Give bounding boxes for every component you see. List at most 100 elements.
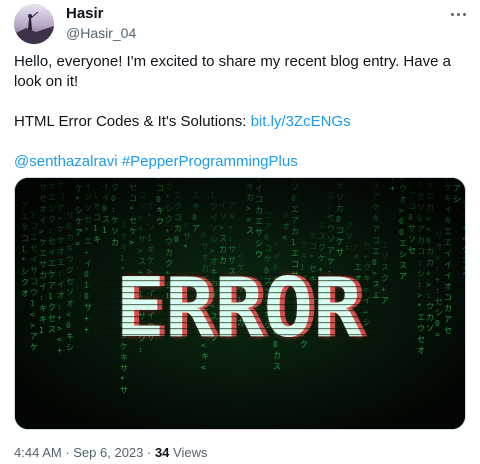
svg-text:ソ: ソ	[327, 235, 335, 244]
svg-text:セ: セ	[84, 215, 92, 224]
svg-text:キ: キ	[228, 212, 236, 221]
svg-text:イ: イ	[48, 248, 56, 257]
svg-text::: :	[57, 302, 62, 311]
more-options-button[interactable]	[444, 4, 472, 24]
svg-text:0: 0	[264, 233, 269, 242]
svg-text:ケ: ケ	[75, 184, 83, 193]
svg-text:オ: オ	[417, 346, 425, 355]
svg-text:ソ: ソ	[111, 227, 119, 236]
svg-text:キ: キ	[300, 252, 308, 261]
svg-text:キ: キ	[444, 194, 452, 203]
svg-text:オ: オ	[282, 222, 290, 231]
svg-text:0: 0	[399, 217, 404, 226]
svg-text:ス: ス	[462, 267, 466, 276]
svg-text:エ: エ	[318, 221, 326, 230]
author-name[interactable]: Hasir	[66, 5, 104, 23]
svg-text:+: +	[381, 285, 386, 294]
svg-text:1: 1	[30, 299, 35, 308]
svg-text:0: 0	[84, 178, 89, 180]
svg-text:イ: イ	[444, 271, 452, 280]
svg-text:サ: サ	[255, 228, 263, 237]
svg-text:セ: セ	[39, 194, 47, 203]
svg-text:サ: サ	[336, 248, 344, 257]
svg-text:1: 1	[84, 281, 89, 290]
svg-text:イ: イ	[444, 260, 452, 269]
mention-link[interactable]: @senthazalravi	[14, 153, 118, 170]
views-label: Views	[169, 445, 208, 460]
svg-text:*: *	[417, 181, 422, 190]
svg-text:オ: オ	[57, 247, 65, 256]
tweet: Hasir @Hasir_04 Hello, everyone! I'm exc…	[0, 0, 480, 464]
svg-text:ス: ス	[48, 325, 56, 334]
svg-text:セ: セ	[48, 237, 56, 246]
error-text-graphic: ERROR ERROR ERROR	[103, 261, 379, 356]
svg-text:ク: ク	[165, 215, 173, 224]
svg-text:コ: コ	[309, 242, 317, 251]
hashtag-link[interactable]: #PepperProgrammingPlus	[122, 153, 298, 170]
svg-text:>: >	[138, 246, 143, 255]
svg-text:キ: キ	[444, 216, 452, 225]
svg-text:ソ: ソ	[84, 193, 92, 202]
svg-text:オ: オ	[21, 289, 29, 298]
svg-text:1: 1	[48, 292, 53, 301]
svg-text::: :	[435, 286, 440, 295]
svg-text:*: *	[165, 193, 170, 202]
svg-text:*: *	[183, 243, 188, 252]
svg-text:ク: ク	[48, 303, 56, 312]
tweet-date[interactable]: Sep 6, 2023	[73, 445, 143, 460]
blog-link[interactable]: bit.ly/3ZcENGs	[251, 113, 351, 130]
views-count: 34	[154, 445, 170, 460]
svg-text:セ: セ	[417, 192, 425, 201]
svg-text:>: >	[246, 204, 251, 213]
svg-text:<: <	[30, 310, 35, 319]
svg-text:>: >	[30, 321, 35, 330]
svg-text:>: >	[210, 246, 215, 255]
svg-text:カ: カ	[165, 182, 173, 191]
svg-text::: :	[57, 269, 62, 278]
svg-text:+: +	[228, 223, 233, 232]
svg-text:+: +	[57, 214, 62, 223]
svg-text:ケ: ケ	[255, 178, 263, 182]
svg-text:+: +	[84, 314, 89, 323]
svg-text:*: *	[120, 375, 125, 384]
svg-text:<: <	[426, 214, 431, 223]
tweet-time[interactable]: 4:44 AM	[14, 445, 62, 460]
svg-text:1: 1	[21, 245, 26, 254]
svg-text:ソ: ソ	[291, 183, 299, 192]
svg-text:キ: キ	[39, 304, 47, 313]
svg-text:カ: カ	[174, 224, 182, 233]
svg-text:カ: カ	[246, 193, 254, 202]
svg-text:1: 1	[102, 226, 107, 235]
svg-text:ア: ア	[75, 228, 83, 237]
svg-text::: :	[111, 205, 116, 214]
svg-text:0: 0	[66, 321, 71, 330]
svg-text:ケ: ケ	[57, 181, 65, 190]
svg-text:シ: シ	[462, 212, 466, 221]
svg-text:シ: シ	[48, 204, 56, 213]
avatar[interactable]	[14, 4, 54, 44]
svg-text::: :	[48, 226, 53, 235]
svg-text:セ: セ	[30, 244, 38, 253]
svg-text:ア: ア	[381, 296, 389, 305]
svg-text:ケ: ケ	[336, 237, 344, 246]
svg-text:ケ: ケ	[129, 227, 137, 236]
svg-text::: :	[228, 234, 233, 243]
svg-text:エ: エ	[426, 192, 434, 201]
author-handle[interactable]: @Hasir_04	[66, 24, 136, 42]
svg-text::: :	[417, 258, 422, 267]
tweet-line-blog: HTML Error Codes & It's Solutions: bit.l…	[14, 112, 470, 132]
svg-text:エ: エ	[48, 193, 56, 202]
svg-text:シ: シ	[417, 269, 425, 278]
svg-text:コ: コ	[336, 226, 344, 235]
svg-text:1: 1	[210, 191, 215, 200]
svg-text:ア: ア	[327, 246, 335, 255]
svg-text:<: <	[201, 363, 206, 372]
tweet-image[interactable]: アエケコ1*シクオ1コエセイサコウ1<>アケクサセオイ>ケエサカイ:キキ1*ケエ…	[14, 177, 466, 430]
svg-text:ウ: ウ	[66, 255, 74, 264]
svg-text::: :	[417, 280, 422, 289]
tweet-line-intro: Hello, everyone! I'm excited to share my…	[14, 53, 451, 90]
svg-text:コ: コ	[57, 192, 65, 201]
svg-text:イ: イ	[84, 259, 92, 268]
svg-text:ソ: ソ	[147, 223, 155, 232]
svg-text:ケ: ケ	[444, 183, 452, 192]
